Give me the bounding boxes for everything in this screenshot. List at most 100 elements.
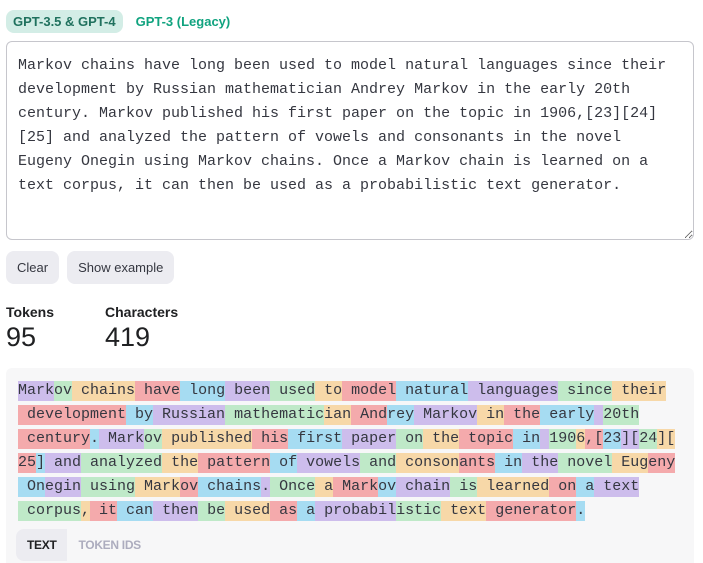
token: conson bbox=[396, 453, 460, 473]
token: 190 bbox=[549, 429, 577, 449]
token: rey bbox=[387, 405, 415, 425]
token: in bbox=[513, 429, 541, 449]
token: Mark bbox=[18, 381, 55, 401]
token: topic bbox=[459, 429, 514, 449]
token: mathematic bbox=[225, 405, 325, 425]
token: in bbox=[495, 453, 523, 473]
token: a bbox=[576, 477, 595, 497]
token: and bbox=[360, 453, 397, 473]
token: corpus bbox=[18, 501, 82, 521]
token: ov bbox=[180, 477, 199, 497]
token: 25 bbox=[18, 453, 37, 473]
token: . bbox=[576, 501, 586, 521]
token: paper bbox=[342, 429, 397, 449]
token: on bbox=[549, 477, 577, 497]
token: development bbox=[18, 405, 127, 425]
token bbox=[540, 429, 550, 449]
token: is bbox=[450, 477, 478, 497]
token: and bbox=[45, 453, 82, 473]
token: 20th bbox=[603, 405, 640, 425]
token: Mark bbox=[135, 477, 181, 497]
token: ants bbox=[459, 453, 496, 473]
token: their bbox=[612, 381, 667, 401]
token: the bbox=[423, 429, 460, 449]
token: ][ bbox=[621, 429, 640, 449]
tokens-stat: Tokens 95 bbox=[6, 304, 54, 353]
token: . bbox=[261, 477, 271, 497]
token: 23 bbox=[603, 429, 622, 449]
token: . bbox=[90, 429, 100, 449]
tokens-count: 95 bbox=[6, 322, 37, 352]
token: analyzed bbox=[81, 453, 163, 473]
token: his bbox=[252, 429, 289, 449]
tab-gpt-3-legacy[interactable]: GPT-3 (Legacy) bbox=[129, 10, 238, 33]
token: egin bbox=[45, 477, 82, 497]
token: Mark bbox=[99, 429, 145, 449]
token: using bbox=[81, 477, 136, 497]
token: chains bbox=[198, 477, 262, 497]
tab-token-ids[interactable]: TOKEN IDS bbox=[67, 529, 151, 561]
token: ] bbox=[36, 453, 46, 473]
characters-count: 419 bbox=[105, 322, 151, 352]
token: of bbox=[270, 453, 298, 473]
token: , bbox=[81, 501, 91, 521]
token bbox=[594, 405, 604, 425]
token: chains bbox=[72, 381, 136, 401]
token: a bbox=[315, 477, 334, 497]
token: vowels bbox=[297, 453, 361, 473]
token: eny bbox=[648, 453, 676, 473]
token: have bbox=[135, 381, 181, 401]
token: model bbox=[342, 381, 397, 401]
token: used bbox=[225, 501, 271, 521]
token: first bbox=[288, 429, 343, 449]
token: Russian bbox=[153, 405, 226, 425]
token: on bbox=[396, 429, 424, 449]
token: learned bbox=[477, 477, 550, 497]
token: text bbox=[441, 501, 487, 521]
token: novel bbox=[558, 453, 613, 473]
token: generator bbox=[486, 501, 577, 521]
token: since bbox=[558, 381, 613, 401]
token: 24 bbox=[639, 429, 658, 449]
token: chain bbox=[396, 477, 451, 497]
token: the bbox=[522, 453, 559, 473]
token: in bbox=[477, 405, 505, 425]
token: ,[ bbox=[585, 429, 604, 449]
token: to bbox=[315, 381, 343, 401]
token: text bbox=[594, 477, 640, 497]
token: Markov bbox=[414, 405, 478, 425]
token: pattern bbox=[198, 453, 271, 473]
token: ov bbox=[378, 477, 397, 497]
token: been bbox=[225, 381, 271, 401]
show-example-button[interactable]: Show example bbox=[67, 251, 175, 284]
token: early bbox=[540, 405, 595, 425]
token: ov bbox=[144, 429, 163, 449]
token: probabil bbox=[315, 501, 397, 521]
text-input[interactable]: Markov chains have long been used to mod… bbox=[6, 41, 694, 240]
token: used bbox=[270, 381, 316, 401]
characters-stat: Characters 419 bbox=[105, 304, 178, 353]
tab-text[interactable]: TEXT bbox=[16, 529, 68, 561]
token: published bbox=[162, 429, 253, 449]
token: ov bbox=[54, 381, 73, 401]
clear-button[interactable]: Clear bbox=[6, 251, 60, 284]
token: century bbox=[18, 429, 91, 449]
token-visualization: Markov chains have long been used to mod… bbox=[18, 379, 676, 523]
token: be bbox=[198, 501, 226, 521]
token: languages bbox=[468, 381, 559, 401]
token: And bbox=[351, 405, 388, 425]
token: long bbox=[180, 381, 226, 401]
tokenized-output-panel: Markov chains have long been used to mod… bbox=[6, 368, 694, 563]
tab-gpt-3-5-gpt-4[interactable]: GPT-3.5 & GPT-4 bbox=[6, 10, 123, 33]
token: ][ bbox=[657, 429, 676, 449]
token: it bbox=[90, 501, 118, 521]
token: by bbox=[126, 405, 154, 425]
model-tabs: GPT-3.5 & GPT-4 GPT-3 (Legacy) bbox=[6, 10, 237, 33]
token: 6 bbox=[576, 429, 586, 449]
token: ian bbox=[324, 405, 352, 425]
token: then bbox=[153, 501, 199, 521]
characters-label: Characters bbox=[105, 304, 179, 320]
token: istic bbox=[396, 501, 442, 521]
token: Once bbox=[270, 477, 316, 497]
token: Eug bbox=[612, 453, 649, 473]
